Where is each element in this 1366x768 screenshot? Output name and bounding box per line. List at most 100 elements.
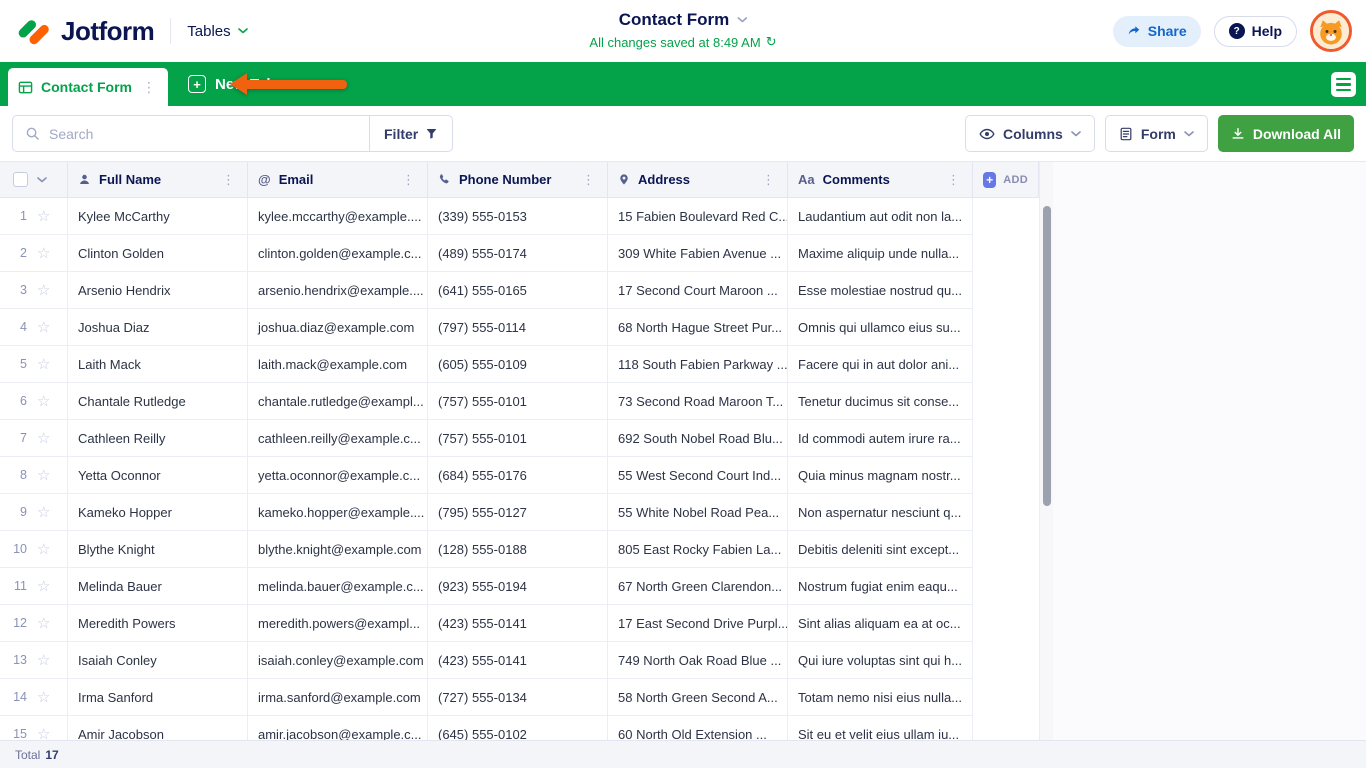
star-icon[interactable]: ☆: [37, 283, 50, 298]
filter-button[interactable]: Filter: [369, 116, 452, 151]
cell-email[interactable]: cathleen.reilly@example.c...: [248, 420, 428, 456]
cell-full-name[interactable]: Arsenio Hendrix: [68, 272, 248, 308]
column-header-phone[interactable]: Phone Number ⋮: [428, 162, 608, 197]
cell-phone[interactable]: (757) 555-0101: [428, 420, 608, 456]
cell-address[interactable]: 17 Second Court Maroon ...: [608, 272, 788, 308]
cell-address[interactable]: 73 Second Road Maroon T...: [608, 383, 788, 419]
cell-email[interactable]: laith.mack@example.com: [248, 346, 428, 382]
form-button[interactable]: Form: [1104, 115, 1208, 152]
cell-phone[interactable]: (605) 555-0109: [428, 346, 608, 382]
share-button[interactable]: Share: [1112, 15, 1201, 47]
cell-phone[interactable]: (757) 555-0101: [428, 383, 608, 419]
cell-phone[interactable]: (797) 555-0114: [428, 309, 608, 345]
cell-address[interactable]: 15 Fabien Boulevard Red C...: [608, 198, 788, 234]
column-menu-icon[interactable]: ⋮: [220, 172, 237, 188]
cell-email[interactable]: amir.jacobson@example.c...: [248, 716, 428, 740]
column-menu-icon[interactable]: ⋮: [400, 172, 417, 188]
cell-email[interactable]: clinton.golden@example.c...: [248, 235, 428, 271]
cell-full-name[interactable]: Joshua Diaz: [68, 309, 248, 345]
cell-address[interactable]: 60 North Old Extension ...: [608, 716, 788, 740]
cell-email[interactable]: chantale.rutledge@exampl...: [248, 383, 428, 419]
star-icon[interactable]: ☆: [37, 357, 50, 372]
cell-email[interactable]: isaiah.conley@example.com: [248, 642, 428, 678]
cell-comments[interactable]: Sint alias aliquam ea at oc...: [788, 605, 973, 641]
cell-comments[interactable]: Id commodi autem irure ra...: [788, 420, 973, 456]
cell-phone[interactable]: (684) 555-0176: [428, 457, 608, 493]
tab-list-toggle-button[interactable]: [1331, 72, 1356, 97]
cell-address[interactable]: 805 East Rocky Fabien La...: [608, 531, 788, 567]
cell-address[interactable]: 55 White Nobel Road Pea...: [608, 494, 788, 530]
cell-full-name[interactable]: Chantale Rutledge: [68, 383, 248, 419]
cell-comments[interactable]: Omnis qui ullamco eius su...: [788, 309, 973, 345]
cell-phone[interactable]: (795) 555-0127: [428, 494, 608, 530]
star-icon[interactable]: ☆: [37, 209, 50, 224]
cell-email[interactable]: meredith.powers@exampl...: [248, 605, 428, 641]
cell-address[interactable]: 118 South Fabien Parkway ...: [608, 346, 788, 382]
vertical-scrollbar[interactable]: [1039, 162, 1053, 740]
cell-comments[interactable]: Quia minus magnam nostr...: [788, 457, 973, 493]
tab-menu-icon[interactable]: ⋮: [140, 79, 158, 96]
star-icon[interactable]: ☆: [37, 653, 50, 668]
cell-comments[interactable]: Nostrum fugiat enim eaqu...: [788, 568, 973, 604]
jotform-logo[interactable]: Jotform: [14, 14, 155, 48]
title-chevron-down-icon[interactable]: [737, 17, 748, 23]
column-header-full-name[interactable]: Full Name ⋮: [68, 162, 248, 197]
cell-address[interactable]: 58 North Green Second A...: [608, 679, 788, 715]
column-menu-icon[interactable]: ⋮: [760, 172, 777, 188]
cell-comments[interactable]: Tenetur ducimus sit conse...: [788, 383, 973, 419]
star-icon[interactable]: ☆: [37, 431, 50, 446]
column-menu-icon[interactable]: ⋮: [580, 172, 597, 188]
cell-phone[interactable]: (645) 555-0102: [428, 716, 608, 740]
cell-full-name[interactable]: Yetta Oconnor: [68, 457, 248, 493]
cell-comments[interactable]: Qui iure voluptas sint qui h...: [788, 642, 973, 678]
download-all-button[interactable]: Download All: [1217, 115, 1354, 152]
star-icon[interactable]: ☆: [37, 394, 50, 409]
cell-email[interactable]: joshua.diaz@example.com: [248, 309, 428, 345]
column-header-email[interactable]: @ Email ⋮: [248, 162, 428, 197]
cell-comments[interactable]: Esse molestiae nostrud qu...: [788, 272, 973, 308]
cell-comments[interactable]: Non aspernatur nesciunt q...: [788, 494, 973, 530]
cell-address[interactable]: 309 White Fabien Avenue ...: [608, 235, 788, 271]
cell-full-name[interactable]: Laith Mack: [68, 346, 248, 382]
cell-phone[interactable]: (641) 555-0165: [428, 272, 608, 308]
cell-email[interactable]: kylee.mccarthy@example....: [248, 198, 428, 234]
cell-full-name[interactable]: Amir Jacobson: [68, 716, 248, 740]
cell-phone[interactable]: (923) 555-0194: [428, 568, 608, 604]
star-icon[interactable]: ☆: [37, 246, 50, 261]
column-header-address[interactable]: Address ⋮: [608, 162, 788, 197]
cell-full-name[interactable]: Meredith Powers: [68, 605, 248, 641]
cell-comments[interactable]: Sit eu et velit eius ullam iu...: [788, 716, 973, 740]
star-icon[interactable]: ☆: [37, 690, 50, 705]
star-icon[interactable]: ☆: [37, 542, 50, 557]
cell-address[interactable]: 55 West Second Court Ind...: [608, 457, 788, 493]
tab-contact-form[interactable]: Contact Form ⋮: [8, 68, 168, 106]
star-icon[interactable]: ☆: [37, 727, 50, 741]
cell-phone[interactable]: (423) 555-0141: [428, 642, 608, 678]
cell-phone[interactable]: (128) 555-0188: [428, 531, 608, 567]
select-menu-chevron-icon[interactable]: [37, 176, 47, 183]
search-input[interactable]: [49, 125, 357, 142]
tables-nav-dropdown[interactable]: Tables: [187, 23, 248, 40]
cell-address[interactable]: 68 North Hague Street Pur...: [608, 309, 788, 345]
column-header-comments[interactable]: Aa Comments ⋮: [788, 162, 973, 197]
scrollbar-thumb[interactable]: [1043, 206, 1051, 506]
cell-full-name[interactable]: Cathleen Reilly: [68, 420, 248, 456]
star-icon[interactable]: ☆: [37, 616, 50, 631]
cell-full-name[interactable]: Blythe Knight: [68, 531, 248, 567]
cell-email[interactable]: arsenio.hendrix@example....: [248, 272, 428, 308]
cell-email[interactable]: irma.sanford@example.com: [248, 679, 428, 715]
cell-full-name[interactable]: Kylee McCarthy: [68, 198, 248, 234]
cell-full-name[interactable]: Kameko Hopper: [68, 494, 248, 530]
star-icon[interactable]: ☆: [37, 468, 50, 483]
cell-address[interactable]: 692 South Nobel Road Blu...: [608, 420, 788, 456]
cell-phone[interactable]: (339) 555-0153: [428, 198, 608, 234]
cell-email[interactable]: blythe.knight@example.com: [248, 531, 428, 567]
cell-comments[interactable]: Maxime aliquip unde nulla...: [788, 235, 973, 271]
cell-comments[interactable]: Debitis deleniti sint except...: [788, 531, 973, 567]
star-icon[interactable]: ☆: [37, 320, 50, 335]
cell-full-name[interactable]: Isaiah Conley: [68, 642, 248, 678]
star-icon[interactable]: ☆: [37, 505, 50, 520]
cell-address[interactable]: 749 North Oak Road Blue ...: [608, 642, 788, 678]
cell-phone[interactable]: (727) 555-0134: [428, 679, 608, 715]
star-icon[interactable]: ☆: [37, 579, 50, 594]
